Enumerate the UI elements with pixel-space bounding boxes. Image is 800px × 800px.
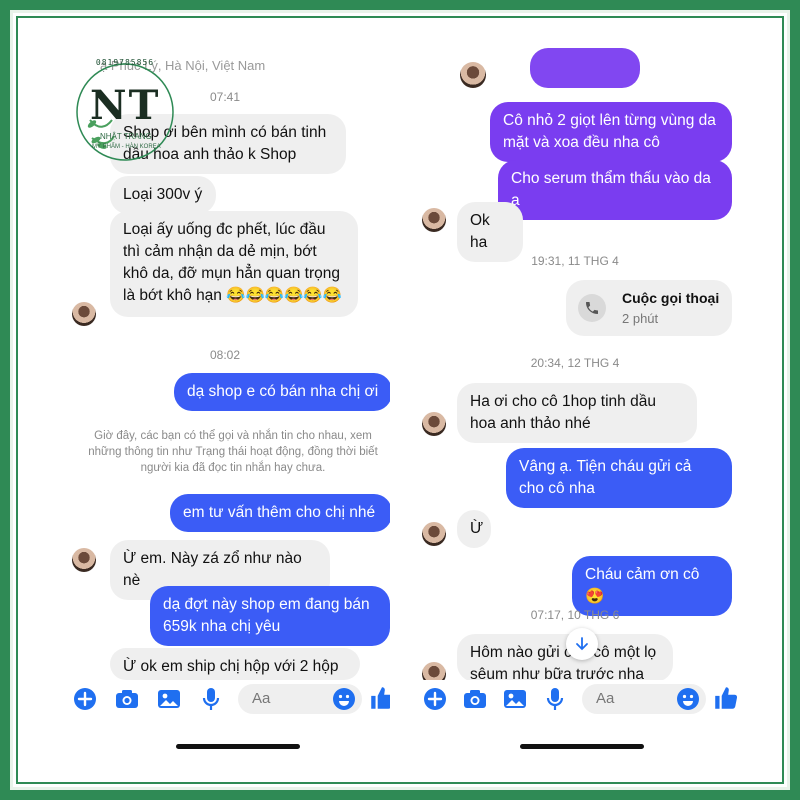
logo-name: NHẬT TRANG — [100, 132, 152, 141]
home-indicator — [520, 744, 644, 749]
incoming-message[interactable]: Hôm nào gửi cho cô một lọ sêum như bữa t… — [457, 634, 673, 682]
outgoing-message[interactable]: dạ đợt này shop em đang bán 659k nha chị… — [150, 586, 390, 646]
outgoing-message[interactable]: dạ shop e có bán nha chị ơi — [174, 373, 390, 411]
microphone-icon[interactable] — [198, 686, 224, 712]
call-title: Cuộc gọi thoại — [622, 290, 720, 306]
incoming-message[interactable]: Ok ha — [457, 202, 523, 262]
brand-logo: 0819785856 NT NHẬT TRANG MỸ PHẨM - HÀN K… — [72, 58, 178, 178]
emoji-icon[interactable] — [332, 687, 356, 711]
call-duration: 2 phút — [622, 311, 659, 326]
microphone-icon[interactable] — [542, 686, 568, 712]
incoming-message[interactable]: Loại 300v ý — [110, 176, 216, 214]
scroll-down-icon — [576, 637, 588, 651]
image-icon[interactable] — [502, 686, 528, 712]
camera-icon[interactable] — [462, 686, 488, 712]
logo-letters: NT — [90, 82, 161, 129]
thumbs-up-icon[interactable] — [368, 684, 390, 712]
emoji-icon[interactable] — [676, 687, 700, 711]
timestamp: 20:34, 12 THG 4 — [530, 356, 620, 370]
message-input[interactable]: Aa — [238, 684, 362, 714]
incoming-message[interactable]: Ừ ok em ship chị hộp với 2 hộp — [110, 648, 360, 680]
plus-icon[interactable] — [422, 686, 448, 712]
contact-avatar[interactable] — [460, 62, 486, 88]
outgoing-message[interactable]: Cô nhỏ 2 giọt lên từng vùng da mặt và xo… — [490, 102, 732, 162]
logo-top-text: 0819785856 — [95, 58, 155, 67]
system-note: Giờ đây, các bạn có thể gọi và nhắn tin … — [88, 430, 378, 474]
home-indicator — [176, 744, 300, 749]
thumbs-up-icon[interactable] — [712, 684, 740, 712]
incoming-message[interactable]: Ha ơi cho cô 1hop tinh dầu hoa anh thảo … — [457, 383, 697, 443]
contact-avatar[interactable] — [72, 302, 96, 326]
outgoing-message[interactable]: em tư vấn thêm cho chị nhé — [170, 494, 390, 532]
composer-toolbar: Aa — [60, 680, 390, 720]
timestamp: 19:31, 11 THG 4 — [531, 254, 619, 268]
timestamp: 08:02 — [209, 348, 241, 362]
outgoing-message[interactable]: Vâng ạ. Tiện cháu gửi cả cho cô nha — [506, 448, 732, 508]
contact-avatar[interactable] — [72, 548, 96, 572]
camera-icon[interactable] — [114, 686, 140, 712]
contact-avatar[interactable] — [422, 522, 446, 546]
phone-icon-bg — [578, 294, 606, 322]
voice-call-card[interactable]: Cuộc gọi thoại 2 phút — [566, 280, 732, 336]
phone-icon — [586, 302, 598, 314]
scroll-down-button[interactable] — [566, 628, 598, 660]
incoming-message[interactable]: Loại ấy uống đc phết, lúc đầu thì cảm nh… — [110, 211, 358, 317]
plus-icon[interactable] — [72, 686, 98, 712]
outgoing-message-partial[interactable] — [530, 48, 640, 88]
message-input[interactable]: Aa — [582, 684, 706, 714]
right-chat-screenshot: Cô nhỏ 2 giọt lên từng vùng da mặt và xo… — [410, 28, 740, 770]
image-icon[interactable] — [156, 686, 182, 712]
incoming-message[interactable]: Ừ — [457, 510, 491, 548]
input-placeholder: Aa — [252, 690, 271, 707]
contact-avatar[interactable] — [422, 412, 446, 436]
timestamp: 07:17, 10 THG 6 — [530, 608, 620, 622]
outgoing-message[interactable]: Cho serum thẩm thấu vào da ạ — [498, 160, 732, 220]
contact-avatar[interactable] — [422, 208, 446, 232]
logo-tagline: MỸ PHẨM - HÀN KOREA — [92, 144, 161, 150]
input-placeholder: Aa — [596, 690, 615, 707]
composer-toolbar: Aa — [410, 680, 740, 720]
outgoing-message[interactable]: Cháu cảm ơn cô 😍 — [572, 556, 732, 616]
